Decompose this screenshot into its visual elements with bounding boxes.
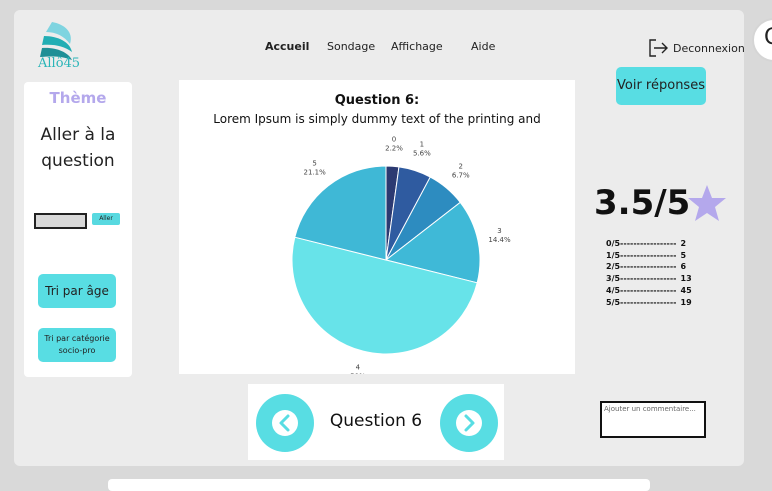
app-window: Allô45 Accueil Sondage Affichage Aide De… bbox=[14, 10, 744, 466]
distribution-label: 1/5----------------- bbox=[606, 250, 677, 260]
distribution-row: 0/5----------------- 2 bbox=[606, 238, 692, 250]
theme-heading: Thème bbox=[49, 89, 107, 107]
slice-percent-label: 2.2% bbox=[385, 144, 403, 152]
distribution-label: 2/5----------------- bbox=[606, 262, 677, 272]
star-icon bbox=[688, 185, 726, 221]
distribution-count: 2 bbox=[680, 239, 687, 248]
goto-line-2: question bbox=[41, 151, 115, 171]
distribution-count: 19 bbox=[680, 297, 692, 307]
edge-circle-button[interactable]: C bbox=[752, 18, 772, 62]
distribution-label: 0/5----------------- bbox=[606, 239, 677, 248]
distribution-count: 45 bbox=[680, 285, 692, 295]
score-distribution: 0/5----------------- 2 1/5----------------… bbox=[606, 238, 692, 308]
distribution-count: 6 bbox=[680, 262, 687, 272]
slice-category-label: 4 bbox=[356, 364, 361, 372]
question-pager: Question 6 bbox=[248, 384, 504, 460]
distribution-row: 2/5----------------- 6 bbox=[606, 261, 692, 273]
goto-question-label: Aller à la question bbox=[28, 122, 128, 174]
nav-accueil[interactable]: Accueil bbox=[265, 40, 309, 53]
goto-question-input[interactable] bbox=[34, 213, 87, 229]
slice-percent-label: 50% bbox=[350, 373, 366, 374]
sort-cat-line-2: socio-pro bbox=[58, 346, 96, 355]
sort-by-category-button[interactable]: Tri par catégorie socio-pro bbox=[38, 328, 116, 362]
slice-percent-label: 6.7% bbox=[452, 171, 470, 179]
see-answers-button[interactable]: Voir réponses bbox=[616, 67, 706, 105]
goto-button[interactable]: Aller bbox=[92, 213, 120, 225]
logout-icon bbox=[649, 39, 668, 57]
current-question-label: Question 6 bbox=[329, 411, 423, 431]
slice-percent-label: 14.4% bbox=[488, 236, 511, 244]
slice-percent-label: 21.1% bbox=[303, 169, 326, 177]
pie-chart: 02.2% 15.6% 26.7% 314.4% 450% 521.1% bbox=[291, 135, 511, 374]
slice-category-label: 5 bbox=[312, 160, 316, 168]
nav-affichage[interactable]: Affichage bbox=[391, 40, 443, 53]
chevron-right-icon bbox=[464, 414, 475, 432]
distribution-row: 1/5----------------- 5 bbox=[606, 250, 692, 262]
previous-question-button[interactable] bbox=[256, 394, 314, 452]
slice-percent-label: 5.6% bbox=[413, 150, 431, 158]
sidebar: Thème Aller à la question Aller Tri par … bbox=[24, 82, 132, 377]
bottom-strip bbox=[108, 479, 650, 491]
slice-category-label: 1 bbox=[420, 141, 424, 149]
slice-category-label: 3 bbox=[497, 227, 501, 235]
logo-text: Allô45 bbox=[38, 56, 81, 71]
logout-label: Deconnexion bbox=[673, 41, 744, 55]
sort-by-age-button[interactable]: Tri par âge bbox=[38, 274, 116, 308]
average-score: 3.5/5 bbox=[594, 183, 691, 223]
goto-line-1: Aller à la bbox=[40, 125, 116, 145]
distribution-count: 5 bbox=[680, 250, 687, 260]
comment-input[interactable]: Ajouter un commentaire... bbox=[600, 401, 706, 438]
distribution-row: 5/5----------------- 19 bbox=[606, 297, 692, 309]
distribution-label: 5/5----------------- bbox=[606, 297, 677, 307]
sort-cat-line-1: Tri par catégorie bbox=[44, 334, 110, 343]
slice-category-label: 2 bbox=[459, 162, 463, 170]
distribution-count: 13 bbox=[680, 274, 692, 284]
nav-aide[interactable]: Aide bbox=[471, 40, 495, 53]
chevron-left-icon bbox=[279, 414, 290, 432]
distribution-label: 4/5----------------- bbox=[606, 285, 677, 295]
pie-chart-card: Question 6: Lorem Ipsum is simply dummy … bbox=[179, 80, 575, 374]
next-question-button[interactable] bbox=[440, 394, 498, 452]
logout-button[interactable]: Deconnexion bbox=[648, 38, 744, 58]
distribution-row: 4/5----------------- 45 bbox=[606, 285, 692, 297]
nav-sondage[interactable]: Sondage bbox=[327, 40, 375, 53]
distribution-row: 3/5----------------- 13 bbox=[606, 273, 692, 285]
distribution-label: 3/5----------------- bbox=[606, 274, 677, 284]
slice-category-label: 0 bbox=[392, 135, 396, 143]
